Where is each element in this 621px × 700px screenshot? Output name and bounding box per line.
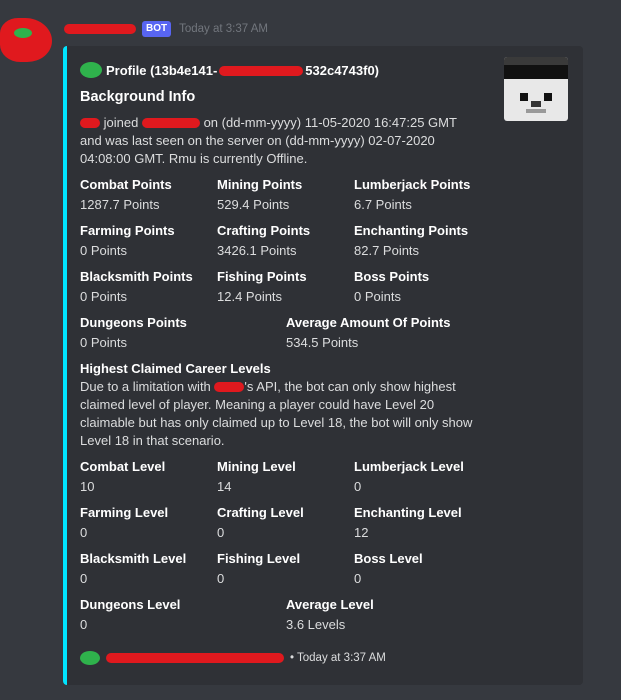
level-field-value: 12 xyxy=(354,525,369,540)
level-field: Crafting Level 0 xyxy=(217,504,357,542)
footer-icon xyxy=(80,651,100,665)
points-field-name: Farming Points xyxy=(80,223,175,238)
points-field: Mining Points 529.4 Points xyxy=(217,176,357,214)
points-field-value: 6.7 Points xyxy=(354,197,412,212)
level-field: Average Level 3.6 Levels xyxy=(286,596,486,634)
embed-description: joined on (dd-mm-yyyy) 11-05-2020 16:47:… xyxy=(80,115,457,166)
level-field-value: 0 xyxy=(217,525,225,540)
level-field-value: 0 xyxy=(354,479,362,494)
points-field-value: 12.4 Points xyxy=(217,289,283,304)
footer-timestamp: • Today at 3:37 AM xyxy=(290,652,386,664)
points-field-name: Enchanting Points xyxy=(354,223,469,238)
points-field-name: Crafting Points xyxy=(217,223,311,238)
level-field: Blacksmith Level 0 xyxy=(80,550,220,588)
level-field-value: 3.6 Levels xyxy=(286,617,346,632)
points-field-name: Lumberjack Points xyxy=(354,177,471,192)
level-field: Mining Level 14 xyxy=(217,458,357,496)
points-field-name: Blacksmith Points xyxy=(80,269,193,284)
level-field-value: 0 xyxy=(217,571,225,586)
points-field: Fishing Points 12.4 Points xyxy=(217,268,357,306)
level-field-name: Lumberjack Level xyxy=(354,459,464,474)
level-field-name: Boss Level xyxy=(354,551,423,566)
level-field-value: 0 xyxy=(80,617,88,632)
embed-author-name: Profile (13b4e141- 532c4743f0) xyxy=(106,62,380,78)
points-field-value: 0 Points xyxy=(80,335,127,350)
career-levels-title: Highest Claimed Career Levels xyxy=(80,361,271,376)
points-field-value: 82.7 Points xyxy=(354,243,420,258)
points-field: Blacksmith Points 0 Points xyxy=(80,268,220,306)
profile-embed: Profile (13b4e141- 532c4743f0) Background… xyxy=(63,46,583,685)
points-field: Average Amount Of Points 534.5 Points xyxy=(286,314,486,352)
level-field-value: 10 xyxy=(80,479,95,494)
points-field-value: 0 Points xyxy=(80,289,127,304)
level-field-name: Blacksmith Level xyxy=(80,551,187,566)
points-field: Combat Points 1287.7 Points xyxy=(80,176,220,214)
level-field: Dungeons Level 0 xyxy=(80,596,220,634)
level-field-name: Mining Level xyxy=(217,459,296,474)
points-field-value: 0 Points xyxy=(354,289,401,304)
points-field-name: Boss Points xyxy=(354,269,430,284)
level-fields: Combat Level 10 Mining Level 14 Lumberjack L… xyxy=(80,458,570,648)
message-timestamp[interactable]: Today at 3:37 AM xyxy=(179,23,268,35)
career-levels-note: Due to a limitation with 's API, the bot… xyxy=(80,379,473,448)
level-field-value: 0 xyxy=(354,571,362,586)
bot-username[interactable] xyxy=(64,20,136,38)
message-header: BOT Today at 3:37 AM xyxy=(64,19,268,39)
level-field-name: Combat Level xyxy=(80,459,166,474)
points-field-value: 529.4 Points xyxy=(217,197,290,212)
level-field: Boss Level 0 xyxy=(354,550,494,588)
embed-author: Profile (13b4e141- 532c4743f0) xyxy=(80,60,570,80)
level-field: Lumberjack Level 0 xyxy=(354,458,494,496)
level-field-value: 0 xyxy=(80,525,88,540)
points-field-value: 0 Points xyxy=(80,243,127,258)
points-field-name: Mining Points xyxy=(217,177,303,192)
points-field-name: Average Amount Of Points xyxy=(286,315,451,330)
level-field-name: Fishing Level xyxy=(217,551,301,566)
points-field-value: 1287.7 Points xyxy=(80,197,160,212)
level-field-value: 14 xyxy=(217,479,232,494)
points-field-value: 534.5 Points xyxy=(286,335,359,350)
level-field-name: Enchanting Level xyxy=(354,505,462,520)
points-field: Lumberjack Points 6.7 Points xyxy=(354,176,494,214)
points-field: Boss Points 0 Points xyxy=(354,268,494,306)
bot-badge: BOT xyxy=(142,21,172,37)
embed-footer: • Today at 3:37 AM xyxy=(80,651,386,665)
points-fields: Combat Points 1287.7 Points Mining Points 5… xyxy=(80,176,570,360)
level-field-value: 0 xyxy=(80,571,88,586)
points-field-name: Combat Points xyxy=(80,177,172,192)
level-field-name: Average Level xyxy=(286,597,374,612)
footer-text-redacted xyxy=(106,653,284,663)
embed-title: Background Info xyxy=(80,89,196,105)
points-field: Dungeons Points 0 Points xyxy=(80,314,220,352)
bot-avatar[interactable] xyxy=(0,18,52,62)
level-field: Enchanting Level 12 xyxy=(354,504,494,542)
points-field-name: Dungeons Points xyxy=(80,315,187,330)
level-field: Farming Level 0 xyxy=(80,504,220,542)
points-field-name: Fishing Points xyxy=(217,269,307,284)
points-field: Enchanting Points 82.7 Points xyxy=(354,222,494,260)
level-field: Fishing Level 0 xyxy=(217,550,357,588)
points-field: Crafting Points 3426.1 Points xyxy=(217,222,357,260)
level-field-name: Farming Level xyxy=(80,505,169,520)
points-field: Farming Points 0 Points xyxy=(80,222,220,260)
points-field-value: 3426.1 Points xyxy=(217,243,297,258)
level-field-name: Crafting Level xyxy=(217,505,304,520)
level-field: Combat Level 10 xyxy=(80,458,220,496)
level-field-name: Dungeons Level xyxy=(80,597,181,612)
author-icon xyxy=(80,62,102,78)
